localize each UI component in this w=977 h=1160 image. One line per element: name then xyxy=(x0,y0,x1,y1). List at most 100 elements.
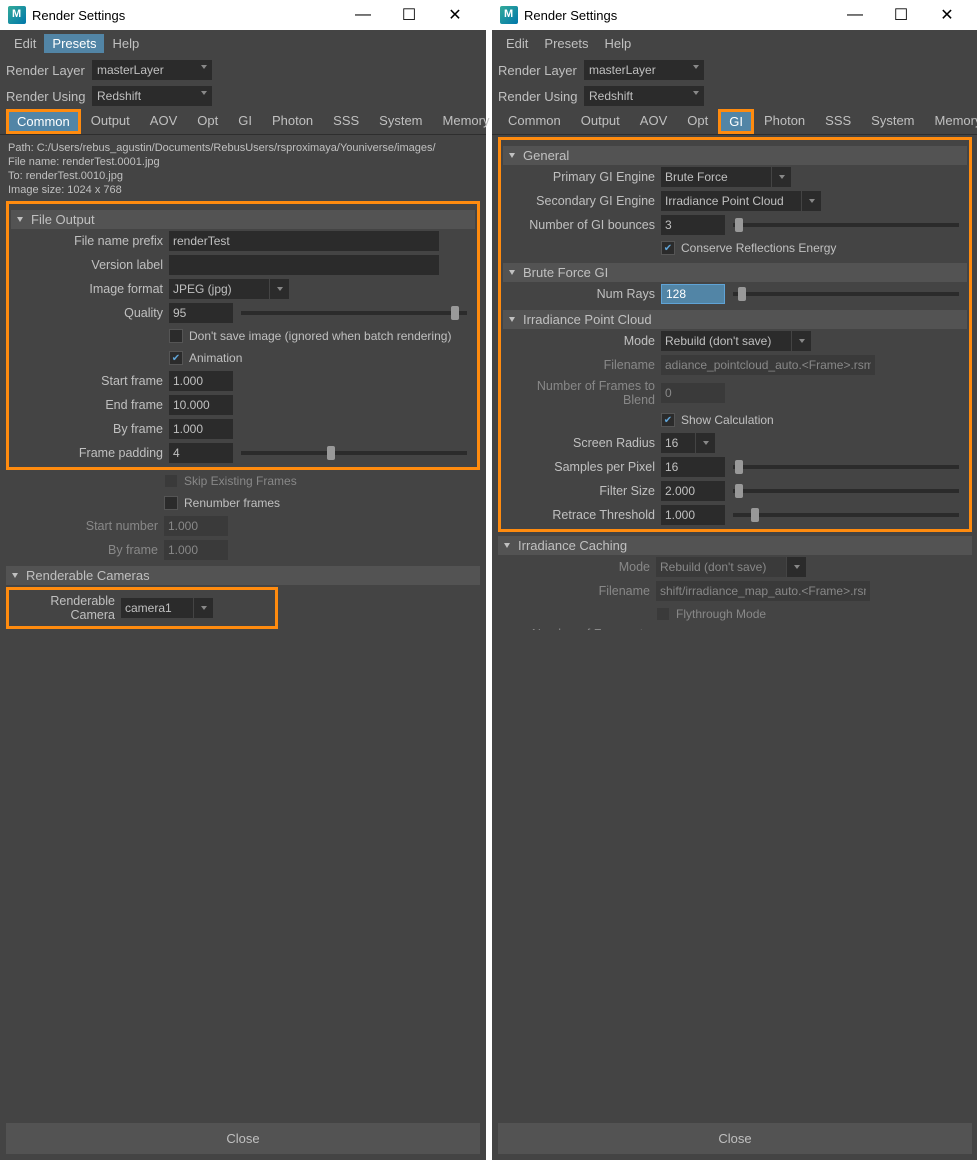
skip-existing-checkbox xyxy=(164,474,178,488)
tab-opt[interactable]: Opt xyxy=(677,109,718,134)
frame-padding-slider[interactable] xyxy=(241,451,467,455)
menu-presets[interactable]: Presets xyxy=(44,34,104,53)
section-renderable-cameras[interactable]: Renderable Cameras xyxy=(6,566,480,585)
render-settings-window-left: Render Settings — ☐ ✕ Edit Presets Help … xyxy=(0,0,486,1160)
render-layer-select[interactable]: masterLayer xyxy=(584,60,704,80)
tab-system[interactable]: System xyxy=(369,109,432,134)
section-file-output[interactable]: File Output xyxy=(11,210,475,229)
section-irradiance-pc[interactable]: Irradiance Point Cloud xyxy=(503,310,967,329)
chevron-down-icon[interactable] xyxy=(791,331,811,351)
screen-radius-select[interactable]: 16 xyxy=(661,433,695,453)
chevron-down-icon[interactable] xyxy=(771,167,791,187)
num-rays-input[interactable] xyxy=(661,284,725,304)
secondary-gi-select[interactable]: Irradiance Point Cloud xyxy=(661,191,801,211)
render-using-select[interactable]: Redshift xyxy=(92,86,212,106)
retrace-slider[interactable] xyxy=(733,513,959,517)
window-title: Render Settings xyxy=(524,8,832,23)
chevron-down-icon[interactable] xyxy=(801,191,821,211)
primary-gi-select[interactable]: Brute Force xyxy=(661,167,771,187)
section-irradiance-caching[interactable]: Irradiance Caching xyxy=(498,536,972,555)
tab-output[interactable]: Output xyxy=(81,109,140,134)
render-settings-window-right: Render Settings — ☐ ✕ Edit Presets Help … xyxy=(492,0,977,1160)
window-title: Render Settings xyxy=(32,8,340,23)
section-brute-force[interactable]: Brute Force GI xyxy=(503,263,967,282)
menu-help[interactable]: Help xyxy=(104,34,147,53)
tab-aov[interactable]: AOV xyxy=(630,109,677,134)
path-info: Path: C:/Users/rebus_agustin/Documents/R… xyxy=(6,137,480,201)
version-label-input[interactable] xyxy=(169,255,439,275)
tab-opt[interactable]: Opt xyxy=(187,109,228,134)
tab-sss[interactable]: SSS xyxy=(815,109,861,134)
start-number-input xyxy=(164,516,228,536)
end-frame-input[interactable] xyxy=(169,395,233,415)
tab-sss[interactable]: SSS xyxy=(323,109,369,134)
retrace-threshold-input[interactable] xyxy=(661,505,725,525)
close-button[interactable]: Close xyxy=(498,1123,972,1154)
frame-padding-input[interactable] xyxy=(169,443,233,463)
renderable-camera-select[interactable]: camera1 xyxy=(121,598,193,618)
titlebar: Render Settings — ☐ ✕ xyxy=(492,0,977,30)
chevron-down-icon[interactable] xyxy=(695,433,715,453)
ipc-mode-select[interactable]: Rebuild (don't save) xyxy=(661,331,791,351)
close-window-button[interactable]: ✕ xyxy=(924,5,970,25)
ipc-show-calc-checkbox[interactable]: ✔ xyxy=(661,413,675,427)
samples-per-pixel-input[interactable] xyxy=(661,457,725,477)
render-using-select[interactable]: Redshift xyxy=(584,86,704,106)
render-layer-label: Render Layer xyxy=(6,63,86,78)
minimize-button[interactable]: — xyxy=(340,6,386,24)
render-using-label: Render Using xyxy=(6,89,86,104)
maximize-button[interactable]: ☐ xyxy=(878,5,924,25)
num-rays-slider[interactable] xyxy=(733,292,959,296)
app-logo-icon xyxy=(500,6,518,24)
start-frame-input[interactable] xyxy=(169,371,233,391)
tab-photon[interactable]: Photon xyxy=(754,109,815,134)
close-button[interactable]: Close xyxy=(6,1123,480,1154)
samples-slider[interactable] xyxy=(733,465,959,469)
tab-gi[interactable]: GI xyxy=(228,109,262,134)
tab-common[interactable]: Common xyxy=(498,109,571,134)
app-logo-icon xyxy=(8,6,26,24)
menubar: Edit Presets Help xyxy=(492,30,977,57)
quality-input[interactable] xyxy=(169,303,233,323)
tab-gi[interactable]: GI xyxy=(718,109,754,134)
menubar: Edit Presets Help xyxy=(0,30,486,57)
menu-edit[interactable]: Edit xyxy=(6,34,44,53)
tab-common[interactable]: Common xyxy=(6,109,81,134)
render-using-label: Render Using xyxy=(498,89,578,104)
renumber-frames-checkbox[interactable] xyxy=(164,496,178,510)
gi-bounces-input[interactable] xyxy=(661,215,725,235)
conserve-refl-checkbox[interactable]: ✔ xyxy=(661,241,675,255)
maximize-button[interactable]: ☐ xyxy=(386,5,432,25)
tab-system[interactable]: System xyxy=(861,109,924,134)
by-frame2-input xyxy=(164,540,228,560)
ipc-frames-blend-input xyxy=(661,383,725,403)
chevron-down-icon[interactable] xyxy=(193,598,213,618)
tab-output[interactable]: Output xyxy=(571,109,630,134)
tab-memory[interactable]: Memory xyxy=(925,109,977,134)
titlebar: Render Settings — ☐ ✕ xyxy=(0,0,486,30)
quality-slider[interactable] xyxy=(241,311,467,315)
render-layer-label: Render Layer xyxy=(498,63,578,78)
animation-checkbox[interactable]: ✔ xyxy=(169,351,183,365)
tab-aov[interactable]: AOV xyxy=(140,109,187,134)
filter-slider[interactable] xyxy=(733,489,959,493)
filter-size-input[interactable] xyxy=(661,481,725,501)
flythrough-checkbox xyxy=(656,607,670,621)
section-general[interactable]: General xyxy=(503,146,967,165)
render-layer-select[interactable]: masterLayer xyxy=(92,60,212,80)
ipc-filename-input xyxy=(661,355,875,375)
tab-memory[interactable]: Memory xyxy=(433,109,500,134)
minimize-button[interactable]: — xyxy=(832,6,878,24)
menu-help[interactable]: Help xyxy=(596,34,639,53)
menu-presets[interactable]: Presets xyxy=(536,34,596,53)
ic-mode-select: Rebuild (don't save) xyxy=(656,557,786,577)
image-format-select[interactable]: JPEG (jpg) xyxy=(169,279,269,299)
dont-save-checkbox[interactable] xyxy=(169,329,183,343)
chevron-down-icon[interactable] xyxy=(269,279,289,299)
by-frame-input[interactable] xyxy=(169,419,233,439)
close-window-button[interactable]: ✕ xyxy=(432,5,478,25)
gi-bounces-slider[interactable] xyxy=(733,223,959,227)
tab-photon[interactable]: Photon xyxy=(262,109,323,134)
menu-edit[interactable]: Edit xyxy=(498,34,536,53)
file-name-prefix-input[interactable] xyxy=(169,231,439,251)
